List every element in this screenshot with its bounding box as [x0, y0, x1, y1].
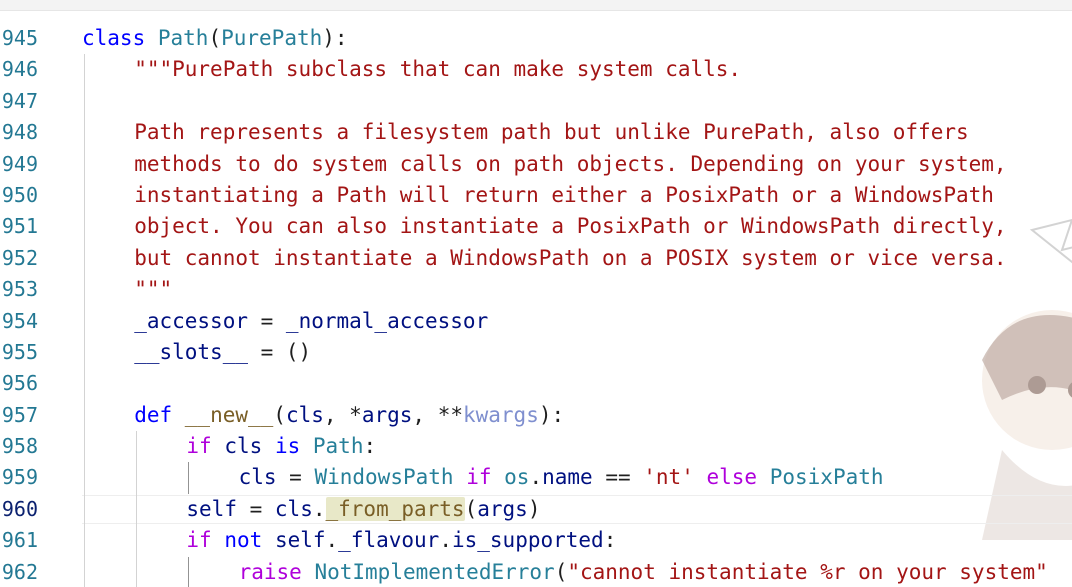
line-code[interactable]: _accessor = _normal_accessor	[134, 306, 488, 337]
line-number: 957	[1, 402, 38, 427]
code-line[interactable]: 960 self = cls._from_parts(args)	[0, 493, 1072, 526]
line-code[interactable]: instantiating a Path will return either …	[134, 180, 994, 211]
code-line[interactable]: 956	[0, 368, 1072, 400]
indent-guide	[84, 242, 85, 275]
line-number: 956	[1, 371, 38, 396]
indent-guide	[84, 399, 85, 432]
line-code[interactable]: class Path(PurePath):	[82, 23, 348, 54]
line-code[interactable]: raise NotImplementedError("cannot instan…	[239, 557, 1048, 587]
line-number: 959	[1, 465, 38, 490]
indent-guide	[84, 305, 85, 337]
code-line[interactable]: 962 raise NotImplementedError("cannot ins…	[0, 556, 1072, 587]
line-number: 951	[1, 214, 38, 239]
line-number: 953	[1, 277, 38, 302]
code-line[interactable]: 945 class Path(PurePath):	[0, 23, 1072, 54]
line-code[interactable]: """PurePath subclass that can make syste…	[134, 54, 741, 85]
indent-guide	[84, 368, 85, 400]
code-line[interactable]: 961 if not self._flavour.is_supported:	[0, 525, 1072, 557]
indent-guide	[188, 462, 189, 494]
indent-guide	[84, 117, 85, 149]
indent-guide	[84, 211, 85, 243]
line-number: 960	[1, 496, 38, 521]
line-code[interactable]: cls = WindowsPath if os.name == 'nt' els…	[239, 462, 884, 493]
indent-guide	[136, 431, 137, 463]
indent-guide	[188, 556, 189, 587]
line-code[interactable]: but cannot instantiate a WindowsPath on …	[134, 243, 1006, 274]
code-editor[interactable]: 945 class Path(PurePath): 946 """PurePath s…	[0, 0, 1072, 587]
line-code[interactable]: Path represents a filesystem path but un…	[134, 117, 968, 148]
line-number: 945	[1, 26, 38, 50]
line-code[interactable]: object. You can also instantiate a Posix…	[134, 211, 1006, 242]
indent-guide	[84, 336, 85, 369]
indent-guide	[84, 148, 85, 180]
code-line[interactable]: 946 """PurePath subclass that can make sy…	[0, 54, 1072, 86]
line-code[interactable]: __slots__ = ()	[134, 337, 311, 368]
line-code[interactable]: if cls is Path:	[186, 431, 376, 462]
line-number: 954	[1, 308, 38, 333]
code-line[interactable]: 952 but cannot instantiate a WindowsPath …	[0, 242, 1072, 275]
indent-guide	[84, 85, 85, 118]
line-code[interactable]: """	[134, 274, 172, 305]
code-line[interactable]: 958 if cls is Path:	[0, 431, 1072, 463]
code-line[interactable]: 954 _accessor = _normal_accessor	[0, 305, 1072, 337]
line-code[interactable]: if not self._flavour.is_supported:	[186, 525, 616, 556]
line-number: 958	[1, 434, 38, 459]
code-line[interactable]: 957 def __new__(cls, *args, **kwargs):	[0, 399, 1072, 432]
indent-guide	[136, 556, 137, 587]
code-line[interactable]: 948 Path represents a filesystem path but…	[0, 117, 1072, 149]
indent-guide	[136, 525, 137, 557]
code-line[interactable]: 947	[0, 85, 1072, 118]
code-line[interactable]: 949 methods to do system calls on path ob…	[0, 148, 1072, 180]
line-number: 962	[1, 559, 38, 584]
indent-guide	[84, 179, 85, 212]
cropped-top-bar	[0, 0, 1072, 11]
indent-guide	[136, 462, 137, 494]
line-number: 955	[1, 339, 38, 364]
indent-guide	[84, 54, 85, 86]
indent-guide	[84, 556, 85, 587]
code-line[interactable]: 955 __slots__ = ()	[0, 336, 1072, 369]
code-line[interactable]: 959 cls = WindowsPath if os.name == 'nt' …	[0, 462, 1072, 494]
indent-guide	[84, 525, 85, 557]
indent-guide	[84, 274, 85, 306]
indent-guide	[84, 462, 85, 494]
line-number: 946	[1, 57, 38, 82]
code-line[interactable]: 951 object. You can also instantiate a Po…	[0, 211, 1072, 243]
code-line[interactable]: 950 instantiating a Path will return eith…	[0, 179, 1072, 212]
line-number: 949	[1, 151, 38, 176]
indent-guide	[136, 493, 137, 526]
line-number: 961	[1, 528, 38, 553]
line-code[interactable]: self = cls._from_parts(args)	[186, 494, 540, 525]
code-line[interactable]: 953 """	[0, 274, 1072, 306]
indent-guide	[84, 493, 85, 526]
line-code[interactable]: def __new__(cls, *args, **kwargs):	[134, 400, 564, 431]
line-code[interactable]: methods to do system calls on path objec…	[134, 149, 1006, 180]
code-lines[interactable]: 945 class Path(PurePath): 946 """PurePath s…	[0, 23, 1072, 587]
line-number: 950	[1, 182, 38, 207]
line-number: 947	[1, 88, 38, 113]
line-number: 952	[1, 245, 38, 270]
indent-guide	[84, 431, 85, 463]
line-number: 948	[1, 120, 38, 145]
